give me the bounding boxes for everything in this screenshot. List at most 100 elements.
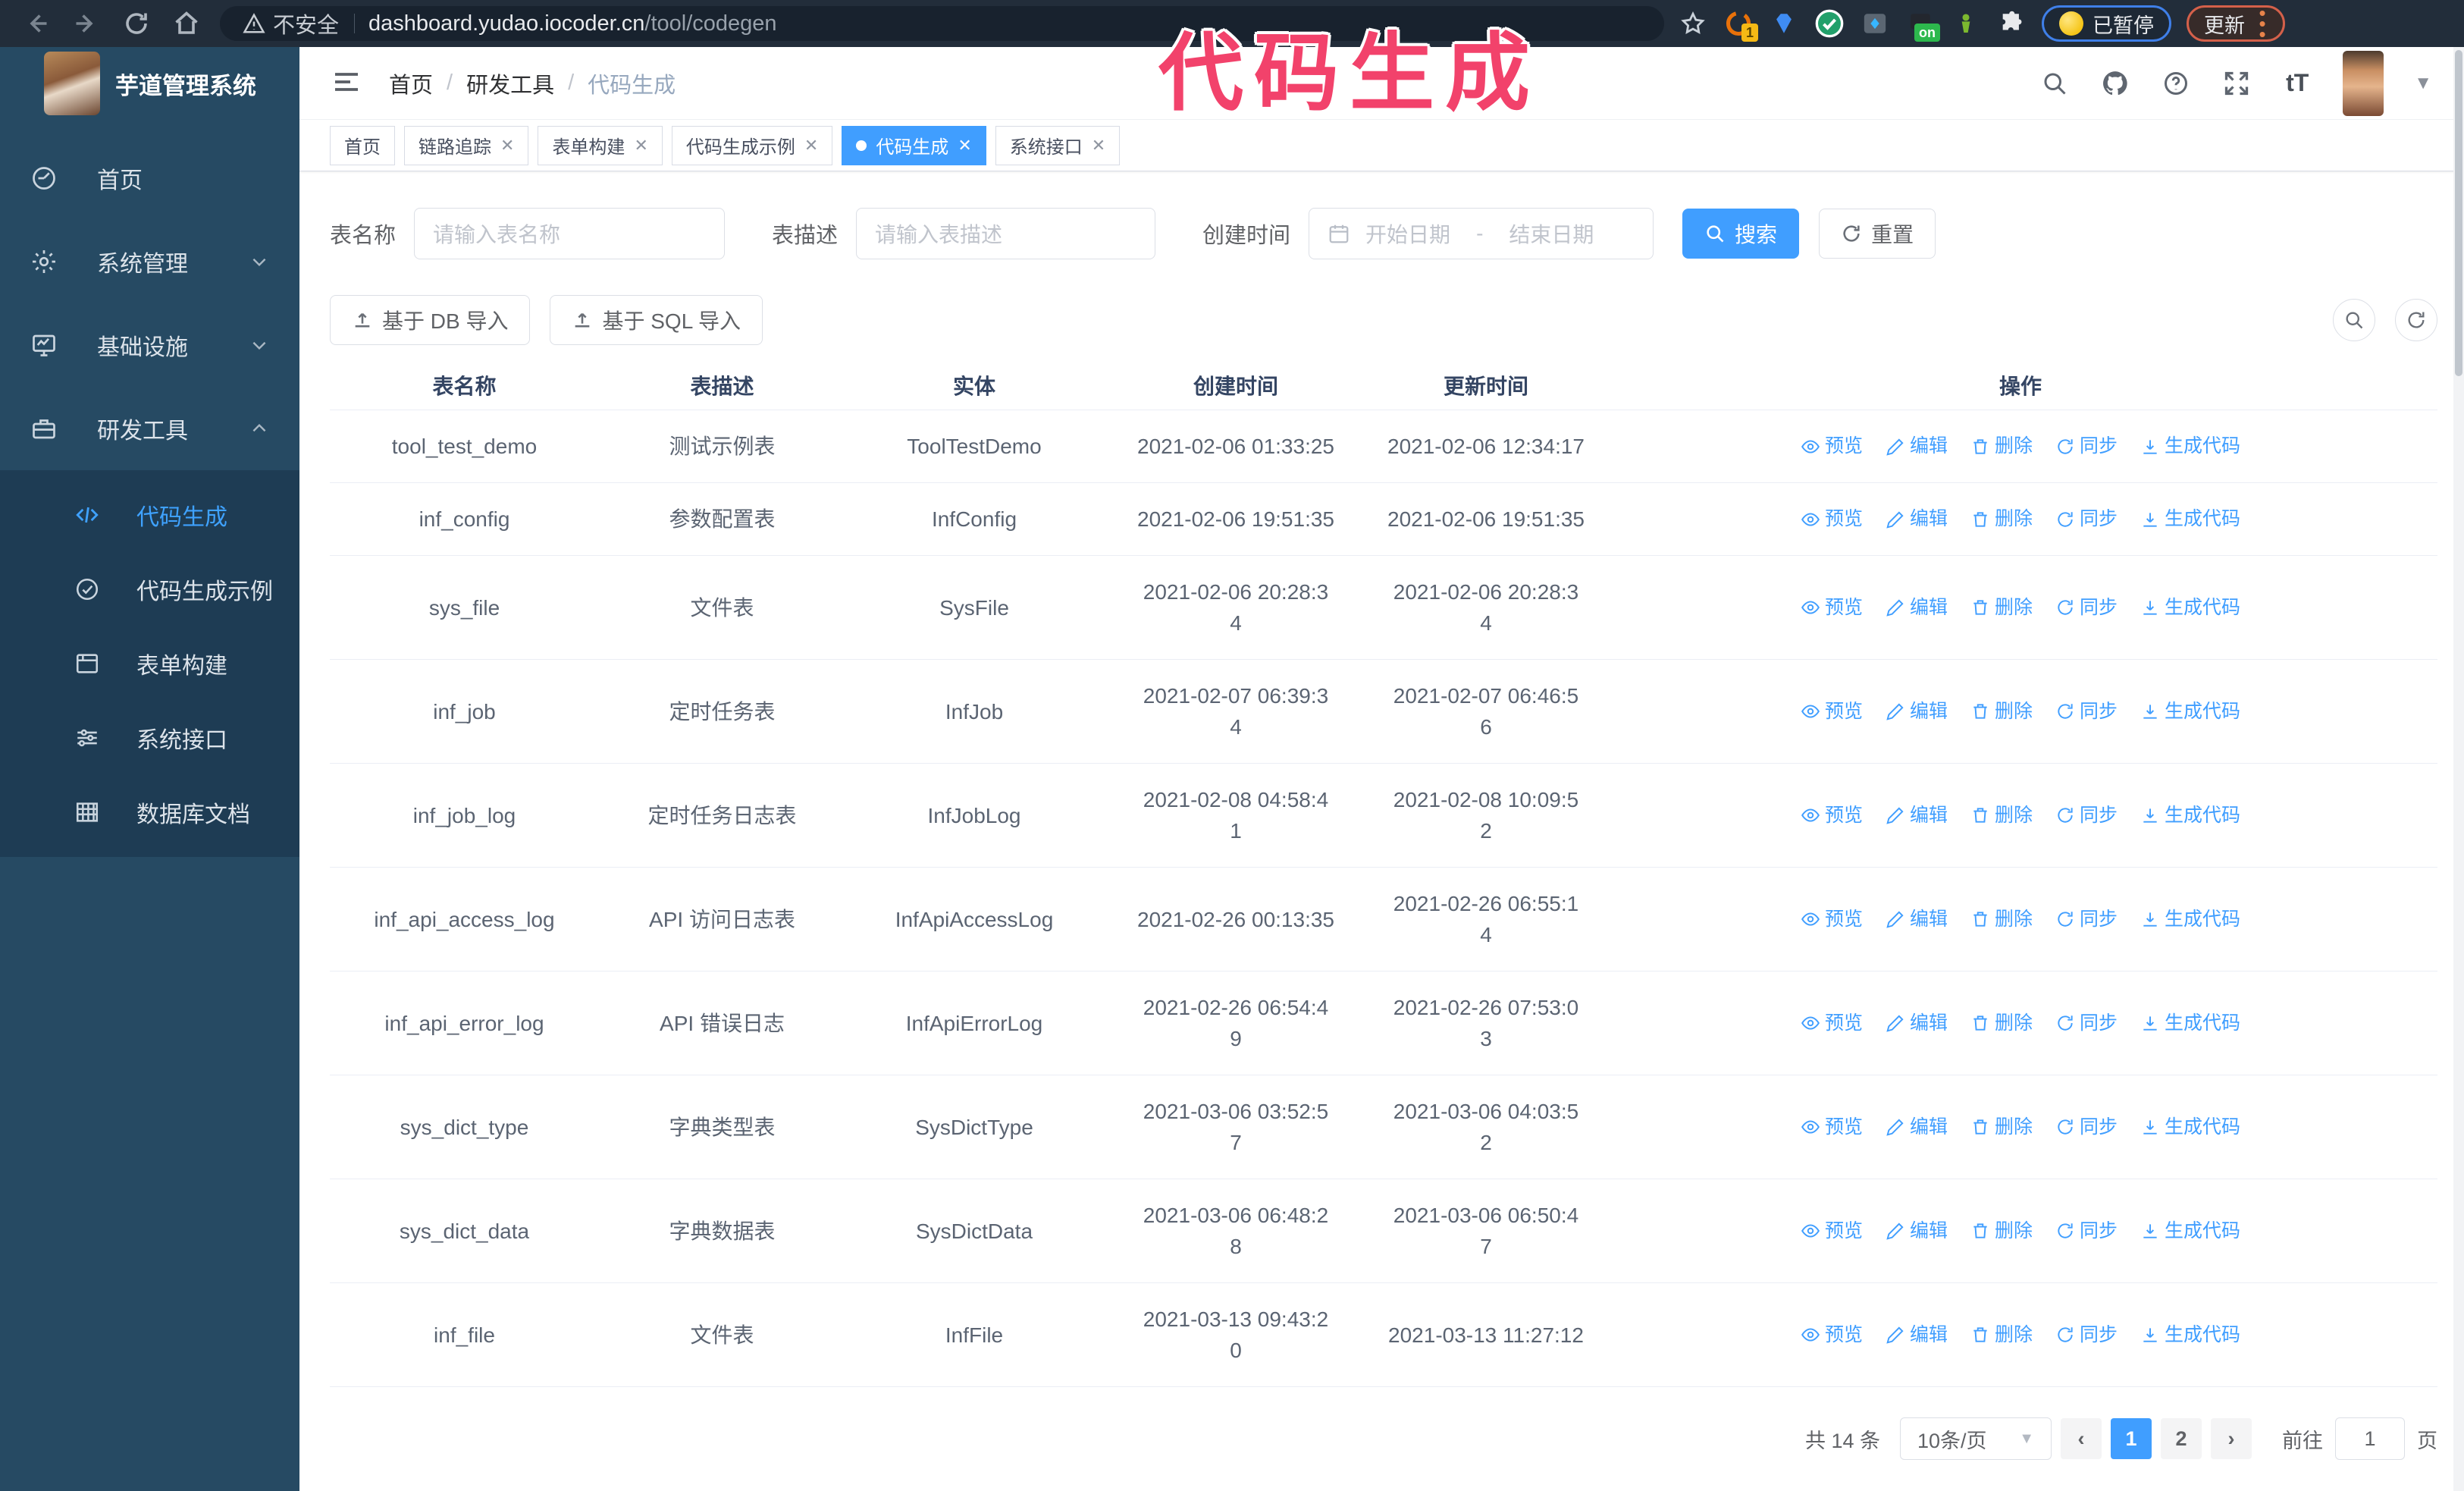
user-menu-caret-icon[interactable]: ▼ [2414, 73, 2432, 94]
breadcrumb-devtools[interactable]: 研发工具 [466, 67, 554, 99]
sync-link[interactable]: 同步 [2055, 592, 2118, 623]
page-button-1[interactable]: 1 [2111, 1418, 2152, 1459]
preview-link[interactable]: 预览 [1801, 1008, 1863, 1039]
submenu-item-form-builder[interactable]: 表单构建 [0, 626, 299, 701]
preview-link[interactable]: 预览 [1801, 800, 1863, 831]
search-icon[interactable] [2039, 68, 2070, 99]
generate-code-link[interactable]: 生成代码 [2140, 1008, 2240, 1039]
page-scrollbar[interactable] [2453, 47, 2464, 1491]
delete-link[interactable]: 删除 [1970, 696, 2033, 727]
extension-gem-icon[interactable] [1769, 8, 1799, 39]
generate-code-link[interactable]: 生成代码 [2140, 696, 2240, 727]
prev-page-button[interactable]: ‹ [2061, 1418, 2102, 1459]
goto-page-input[interactable]: 1 [2335, 1417, 2405, 1460]
security-warning-icon[interactable]: 不安全 [243, 8, 339, 39]
browser-update-button[interactable]: 更新 • • • [2187, 3, 2285, 45]
preview-link[interactable]: 预览 [1801, 592, 1863, 623]
edit-link[interactable]: 编辑 [1886, 1112, 1948, 1143]
delete-link[interactable]: 删除 [1970, 1008, 2033, 1039]
edit-link[interactable]: 编辑 [1886, 592, 1948, 623]
generate-code-link[interactable]: 生成代码 [2140, 1112, 2240, 1143]
sync-link[interactable]: 同步 [2055, 1216, 2118, 1247]
sidebar-item-devtools[interactable]: 研发工具 [0, 387, 299, 470]
bookmark-star-icon[interactable] [1678, 8, 1708, 39]
sidebar-item-infra[interactable]: 基础设施 [0, 303, 299, 387]
sync-link[interactable]: 同步 [2055, 431, 2118, 462]
sync-link[interactable]: 同步 [2055, 696, 2118, 727]
app-logo-row[interactable]: 芋道管理系统 [0, 47, 299, 120]
preview-link[interactable]: 预览 [1801, 696, 1863, 727]
preview-link[interactable]: 预览 [1801, 1216, 1863, 1247]
reset-button[interactable]: 重置 [1819, 209, 1936, 259]
scrollbar-thumb[interactable] [2455, 50, 2462, 376]
edit-link[interactable]: 编辑 [1886, 696, 1948, 727]
edit-link[interactable]: 编辑 [1886, 1008, 1948, 1039]
delete-link[interactable]: 删除 [1970, 592, 2033, 623]
tab-form-builder[interactable]: 表单构建 ✕ [538, 125, 663, 165]
submenu-item-codegen[interactable]: 代码生成 [0, 478, 299, 552]
generate-code-link[interactable]: 生成代码 [2140, 504, 2240, 535]
text-size-icon[interactable]: tT [2282, 68, 2312, 99]
browser-menu-icon[interactable]: • • • [2257, 3, 2268, 45]
preview-link[interactable]: 预览 [1801, 504, 1863, 535]
page-size-select[interactable]: 10条/页 ▼ [1900, 1417, 2052, 1460]
extensions-puzzle-icon[interactable] [1996, 8, 2027, 39]
browser-back-icon[interactable] [20, 7, 53, 40]
tab-codegen-example[interactable]: 代码生成示例 ✕ [671, 125, 833, 165]
generate-code-link[interactable]: 生成代码 [2140, 431, 2240, 462]
extension-orange-icon[interactable]: 1 [1723, 8, 1758, 42]
date-range-input[interactable]: 开始日期 - 结束日期 [1309, 208, 1654, 259]
import-sql-button[interactable]: 基于 SQL 导入 [550, 295, 763, 345]
sync-link[interactable]: 同步 [2055, 1008, 2118, 1039]
preview-link[interactable]: 预览 [1801, 431, 1863, 462]
browser-home-icon[interactable] [170, 7, 203, 40]
extension-check-icon[interactable] [1814, 8, 1845, 39]
tab-tracing[interactable]: 链路追踪 ✕ [404, 125, 529, 165]
browser-reload-icon[interactable] [120, 7, 153, 40]
toggle-search-button[interactable] [2333, 299, 2375, 341]
preview-link[interactable]: 预览 [1801, 1320, 1863, 1351]
import-db-button[interactable]: 基于 DB 导入 [330, 295, 531, 345]
page-button-2[interactable]: 2 [2161, 1418, 2202, 1459]
generate-code-link[interactable]: 生成代码 [2140, 1320, 2240, 1351]
delete-link[interactable]: 删除 [1970, 1112, 2033, 1143]
delete-link[interactable]: 删除 [1970, 1216, 2033, 1247]
tab-close-icon[interactable]: ✕ [500, 136, 514, 155]
delete-link[interactable]: 删除 [1970, 904, 2033, 935]
sync-link[interactable]: 同步 [2055, 1112, 2118, 1143]
tab-home[interactable]: 首页 [330, 125, 395, 165]
edit-link[interactable]: 编辑 [1886, 800, 1948, 831]
tab-close-icon[interactable]: ✕ [1092, 136, 1105, 155]
next-page-button[interactable]: › [2211, 1418, 2252, 1459]
delete-link[interactable]: 删除 [1970, 504, 2033, 535]
help-icon[interactable] [2161, 68, 2191, 99]
sync-link[interactable]: 同步 [2055, 1320, 2118, 1351]
edit-link[interactable]: 编辑 [1886, 1320, 1948, 1351]
delete-link[interactable]: 删除 [1970, 1320, 2033, 1351]
extension-green-icon[interactable] [1951, 8, 1981, 39]
submenu-item-db-doc[interactable]: 数据库文档 [0, 775, 299, 849]
user-avatar[interactable] [2343, 50, 2384, 116]
submenu-item-codegen-example[interactable]: 代码生成示例 [0, 552, 299, 626]
sidebar-item-system[interactable]: 系统管理 [0, 220, 299, 303]
tab-codegen[interactable]: 代码生成 ✕ [842, 125, 986, 165]
generate-code-link[interactable]: 生成代码 [2140, 592, 2240, 623]
browser-forward-icon[interactable] [70, 7, 103, 40]
sync-link[interactable]: 同步 [2055, 904, 2118, 935]
submenu-item-system-api[interactable]: 系统接口 [0, 701, 299, 775]
breadcrumb-home[interactable]: 首页 [389, 67, 433, 99]
edit-link[interactable]: 编辑 [1886, 1216, 1948, 1247]
sidebar-item-home[interactable]: 首页 [0, 137, 299, 220]
table-desc-input[interactable]: 请输入表描述 [856, 208, 1156, 259]
edit-link[interactable]: 编辑 [1886, 904, 1948, 935]
tab-close-icon[interactable]: ✕ [958, 136, 971, 155]
tab-system-api[interactable]: 系统接口 ✕ [995, 125, 1121, 165]
sync-link[interactable]: 同步 [2055, 504, 2118, 535]
profile-paused-pill[interactable]: 已暂停 [2042, 5, 2171, 42]
delete-link[interactable]: 删除 [1970, 431, 2033, 462]
edit-link[interactable]: 编辑 [1886, 431, 1948, 462]
generate-code-link[interactable]: 生成代码 [2140, 800, 2240, 831]
preview-link[interactable]: 预览 [1801, 1112, 1863, 1143]
github-icon[interactable] [2100, 68, 2130, 99]
delete-link[interactable]: 删除 [1970, 800, 2033, 831]
